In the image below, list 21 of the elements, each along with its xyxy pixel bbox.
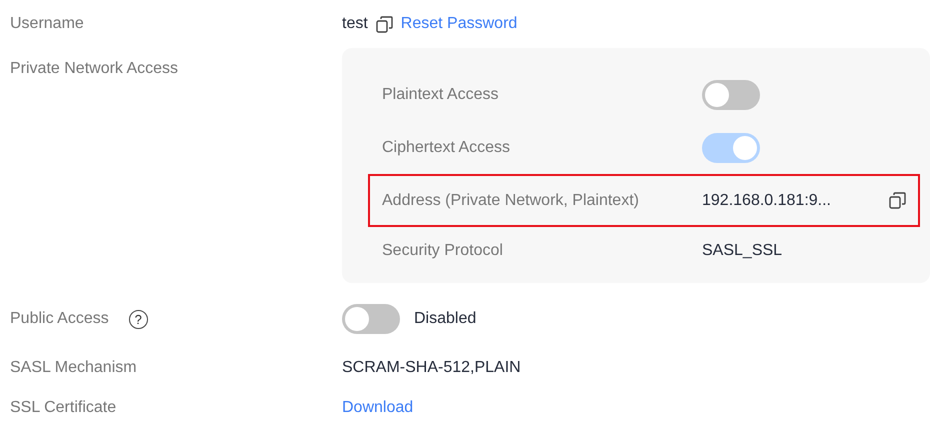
field-label: Private Network Access <box>9 59 180 78</box>
download-link[interactable]: Download <box>342 399 414 417</box>
field-label: Ciphertext Access <box>382 138 512 156</box>
field-label: Address (Private Network, Plaintext) <box>382 192 640 210</box>
help-icon[interactable]: ? <box>128 310 148 328</box>
field-label: Plaintext Access <box>382 86 500 104</box>
copy-icon[interactable] <box>376 16 393 32</box>
field-value: SASL_SSL <box>702 242 782 260</box>
field-value: test <box>342 15 368 33</box>
status-text: Disabled <box>414 310 476 328</box>
field-label: Public Access <box>10 310 109 328</box>
field-label: Username <box>10 15 84 33</box>
copy-icon[interactable] <box>889 192 906 209</box>
toggle-switch[interactable] <box>702 80 760 110</box>
field-label: Security Protocol <box>382 242 504 260</box>
reset-password-link[interactable]: Reset Password <box>400 15 518 33</box>
field-value: 192.168.0.181:9... <box>702 192 831 210</box>
field-label: SSL Certificate <box>10 399 116 417</box>
field-label: SASL Mechanism <box>10 359 137 377</box>
field-value: SCRAM-SHA-512,PLAIN <box>342 359 521 377</box>
toggle-switch[interactable] <box>342 304 400 334</box>
